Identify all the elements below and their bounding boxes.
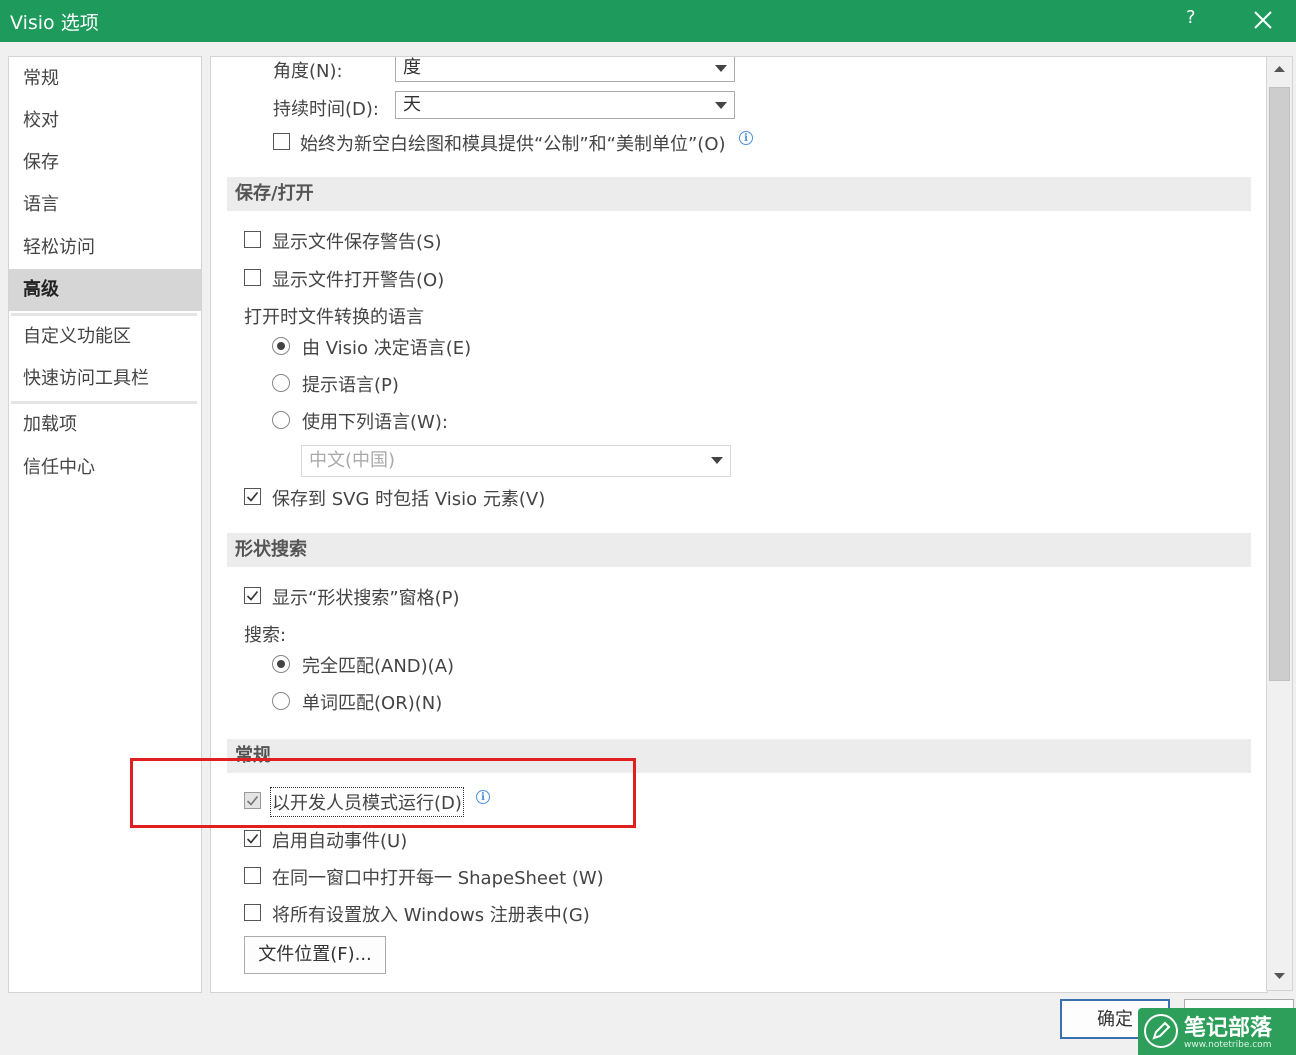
close-icon [1254,11,1272,29]
duration-select[interactable]: 天 [395,91,735,119]
show-save-warning-checkbox[interactable] [244,231,261,248]
show-shape-search-pane-checkbox[interactable] [244,587,261,604]
sidebar-item-language[interactable]: 语言 [9,185,201,225]
svg-include-visio-label: 保存到 SVG 时包括 Visio 元素(V) [272,489,546,510]
sidebar-item-trust-center[interactable]: 信任中心 [9,448,201,488]
options-sidebar: 常规 校对 保存 语言 轻松访问 高级 自定义功能区 快速访问工具栏 加载项 信… [8,56,202,993]
triangle-down-icon [1274,973,1285,979]
radio-prompt-language-label: 提示语言(P) [302,375,399,396]
file-locations-button[interactable]: 文件位置(F)... [244,936,386,974]
duration-label: 持续时间(D): [273,99,379,120]
watermark-url: www.notetribe.com [1184,1040,1272,1050]
sidebar-item-quick-access-toolbar[interactable]: 快速访问工具栏 [9,359,201,399]
radio-visio-decides-language-label: 由 Visio 决定语言(E) [302,338,472,359]
sidebar-divider [11,401,197,404]
sidebar-item-advanced[interactable]: 高级 [9,269,201,311]
metric-units-checkbox[interactable] [273,133,290,150]
title-bar: Visio 选项 ? [0,0,1296,42]
section-header-shape-search: 形状搜索 [227,533,1251,567]
radio-word-match[interactable] [272,692,290,710]
section-header-save-open: 保存/打开 [227,177,1251,211]
radio-use-following-language-label: 使用下列语言(W): [302,412,448,433]
conversion-language-label: 打开时文件转换的语言 [244,307,424,328]
sidebar-item-customize-ribbon[interactable]: 自定义功能区 [9,317,201,357]
sidebar-item-accessibility[interactable]: 轻松访问 [9,228,201,268]
duration-select-value: 天 [403,94,421,115]
angle-select-value: 度 [403,57,421,78]
watermark: 笔记部落 www.notetribe.com [1138,1008,1296,1055]
metric-units-label: 始终为新空白绘图和模具提供“公制”和“美制单位”(O) [300,134,726,155]
show-open-warning-checkbox[interactable] [244,269,261,286]
window-title: Visio 选项 [10,12,99,34]
radio-exact-match[interactable] [272,655,290,673]
search-label: 搜索: [244,625,287,646]
auto-events-label: 启用自动事件(U) [272,831,408,852]
sidebar-item-proofing[interactable]: 校对 [9,101,201,141]
checkmark-icon [246,590,259,601]
chevron-down-icon [715,102,727,109]
highlight-box [130,758,636,828]
svg-include-visio-checkbox[interactable] [244,488,261,505]
triangle-up-icon [1274,66,1285,72]
scroll-up-button[interactable] [1267,57,1292,81]
pen-logo-icon [1144,1014,1178,1048]
radio-word-match-label: 单词匹配(OR)(N) [302,693,443,714]
vertical-scrollbar[interactable] [1266,56,1293,991]
chevron-down-icon [711,457,723,464]
info-icon: i [739,131,753,145]
checkmark-icon [246,491,259,502]
advanced-options-panel: 角度(N): 度 持续时间(D): 天 始终为新空白绘图和模具提供“公制”和“美… [210,56,1268,993]
radio-visio-decides-language[interactable] [272,337,290,355]
show-shape-search-pane-label: 显示“形状搜索”窗格(P) [272,588,460,609]
scroll-thumb[interactable] [1269,87,1290,681]
watermark-text: 笔记部落 [1184,1016,1273,1041]
show-open-warning-label: 显示文件打开警告(O) [272,270,445,291]
language-select[interactable]: 中文(中国) [301,445,731,477]
sidebar-item-general[interactable]: 常规 [9,59,201,99]
chevron-down-icon [715,65,727,72]
same-window-shapesheet-label: 在同一窗口中打开每一 ShapeSheet (W) [272,868,604,889]
scroll-down-button[interactable] [1267,964,1292,988]
sidebar-item-save[interactable]: 保存 [9,143,201,183]
help-button[interactable]: ? [1186,7,1196,28]
show-save-warning-label: 显示文件保存警告(S) [272,232,442,253]
registry-settings-checkbox[interactable] [244,904,261,921]
sidebar-divider [11,313,197,316]
radio-use-following-language[interactable] [272,411,290,429]
checkmark-icon [246,833,259,844]
radio-exact-match-label: 完全匹配(AND)(A) [302,656,455,677]
angle-select[interactable]: 度 [395,57,735,82]
language-select-value: 中文(中国) [309,450,396,471]
auto-events-checkbox[interactable] [244,830,261,847]
angle-label: 角度(N): [273,61,343,82]
registry-settings-label: 将所有设置放入 Windows 注册表中(G) [272,905,590,926]
sidebar-item-add-ins[interactable]: 加载项 [9,405,201,445]
close-button[interactable] [1252,4,1278,34]
radio-prompt-language[interactable] [272,374,290,392]
same-window-shapesheet-checkbox[interactable] [244,867,261,884]
